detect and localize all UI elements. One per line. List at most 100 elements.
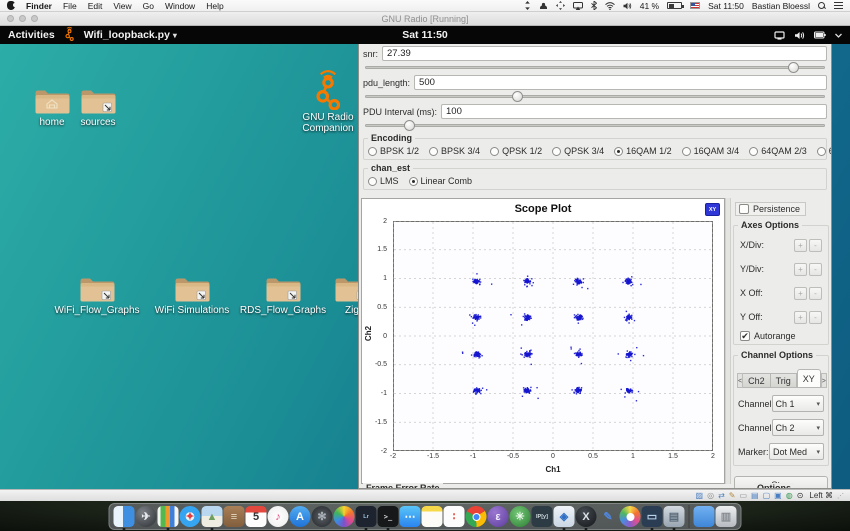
xy-mode-button[interactable]: XY xyxy=(705,203,720,216)
battery-icon[interactable] xyxy=(667,2,682,9)
dock-icon-messages[interactable]: ⋯ xyxy=(400,506,421,527)
dock-icon-photos[interactable] xyxy=(620,506,641,527)
menu-item-view[interactable]: View xyxy=(113,1,131,11)
pdu-interval-slider-handle[interactable] xyxy=(404,120,415,131)
menu-item-help[interactable]: Help xyxy=(206,1,223,11)
decrement-button[interactable]: - xyxy=(809,287,822,300)
tunnelblick-icon[interactable] xyxy=(539,2,548,10)
dock-icon-color-sphere[interactable] xyxy=(334,506,355,527)
dock-icon-latexit-pen[interactable]: ✎ xyxy=(598,506,619,527)
increment-button[interactable]: + xyxy=(794,311,807,324)
gnome-clock[interactable]: Sat 11:50 xyxy=(0,29,850,41)
dock-icon-calendar[interactable]: 5 xyxy=(246,506,267,527)
snr-field[interactable]: 27.39 xyxy=(382,46,827,61)
dock-icon-terminal[interactable]: >_ xyxy=(378,506,399,527)
pdu-length-slider[interactable] xyxy=(365,92,825,101)
optical-drive-icon[interactable]: ◎ xyxy=(707,491,714,501)
pdu-interval-field[interactable]: 100 xyxy=(441,104,827,119)
menu-item-finder[interactable]: Finder xyxy=(26,1,52,11)
tab-scroll-right-icon[interactable]: > xyxy=(821,373,827,388)
volume-icon[interactable] xyxy=(794,31,805,40)
airplay-display-icon[interactable] xyxy=(573,2,583,10)
bluetooth-icon[interactable] xyxy=(591,1,597,10)
tab-ch2[interactable]: Ch2 xyxy=(743,373,771,388)
menu-item-window[interactable]: Window xyxy=(165,1,195,11)
persistence-checkbox[interactable]: Persistence xyxy=(735,202,806,216)
user-menu[interactable]: Bastian Bloessl xyxy=(752,1,810,11)
windows-icon[interactable]: ▢ xyxy=(763,491,771,501)
dock-icon-virtualbox[interactable]: ◈ xyxy=(554,506,575,527)
chan-est-radio-linear-comb[interactable]: Linear Comb xyxy=(409,176,473,186)
dock-icon-screen-sharing[interactable]: ▭ xyxy=(642,506,663,527)
encoding-radio-64qam-2-3[interactable]: 64QAM 2/3 xyxy=(749,146,807,156)
battery-icon[interactable] xyxy=(814,31,826,39)
dock-icon-downloads-folder[interactable] xyxy=(694,506,715,527)
spotlight-search-icon[interactable] xyxy=(818,2,826,10)
dock-icon-emacs[interactable]: ε xyxy=(488,506,509,527)
network-adapters-icon[interactable]: ⇄ xyxy=(718,491,725,501)
notification-center-icon[interactable] xyxy=(834,2,843,9)
menu-item-go[interactable]: Go xyxy=(143,1,154,11)
dock-icon-reminders[interactable]: ∶ xyxy=(444,506,465,527)
dock-icon-xquartz[interactable]: X xyxy=(576,506,597,527)
decrement-button[interactable]: - xyxy=(809,263,822,276)
resize-grip[interactable]: ⋰ xyxy=(837,492,844,500)
tab-trig[interactable]: Trig xyxy=(771,373,797,388)
moom-icon[interactable] xyxy=(556,1,565,10)
virtualbox-features-icon[interactable]: ▣ xyxy=(774,491,782,501)
checkbox-icon[interactable]: ✔ xyxy=(740,331,750,341)
apple-icon[interactable] xyxy=(7,1,15,10)
desktop-icon-sources[interactable]: sources xyxy=(52,88,144,128)
display-icon[interactable]: ▤ xyxy=(751,491,759,501)
plot-canvas[interactable] xyxy=(393,221,713,451)
decrement-button[interactable]: - xyxy=(809,311,822,324)
dock-icon-launchpad[interactable]: ✈ xyxy=(136,506,157,527)
encoding-radio-qpsk-3-4[interactable]: QPSK 3/4 xyxy=(552,146,604,156)
pen-integration-icon[interactable]: ✎ xyxy=(729,491,736,501)
volume-icon[interactable] xyxy=(623,2,632,10)
decrement-button[interactable]: - xyxy=(809,239,822,252)
channel-ch-2-dropdown[interactable]: Ch 2▾ xyxy=(772,419,824,436)
encoding-radio-qpsk-1-2[interactable]: QPSK 1/2 xyxy=(490,146,542,156)
desktop-icon-wifi-flow-graphs[interactable]: WiFi_Flow_Graphs xyxy=(51,276,143,316)
dock-icon-music[interactable]: ♪ xyxy=(268,506,289,527)
snr-slider[interactable] xyxy=(365,63,825,72)
increment-button[interactable]: + xyxy=(794,263,807,276)
input-source-flag-icon[interactable] xyxy=(690,2,700,9)
menubar-clock[interactable]: Sat 11:50 xyxy=(708,1,744,11)
dock-icon-ipython[interactable]: IP[y] xyxy=(532,506,553,527)
encoding-radio-16qam-3-4[interactable]: 16QAM 3/4 xyxy=(682,146,740,156)
encoding-radio-16qam-1-2[interactable]: 16QAM 1/2 xyxy=(614,146,672,156)
autorange-checkbox[interactable]: ✔ Autorange xyxy=(738,329,824,341)
dock-icon-chrome[interactable] xyxy=(466,506,487,527)
display-icon[interactable] xyxy=(774,31,785,40)
dock-icon-trash[interactable]: ▥ xyxy=(716,506,737,527)
dock-icon-app-store[interactable]: A xyxy=(290,506,311,527)
network-globe-icon[interactable]: ◍ xyxy=(786,491,793,501)
wifi-icon[interactable] xyxy=(605,2,615,10)
chevron-down-icon[interactable] xyxy=(835,33,842,38)
encoding-radio-bpsk-3-4[interactable]: BPSK 3/4 xyxy=(429,146,480,156)
dock-icon-shutter[interactable]: ✻ xyxy=(312,506,333,527)
menu-item-file[interactable]: File xyxy=(63,1,77,11)
encoding-radio-bpsk-1-2[interactable]: BPSK 1/2 xyxy=(368,146,419,156)
dock-icon-finder[interactable] xyxy=(114,506,135,527)
tab-xy[interactable]: XY xyxy=(797,369,821,388)
desktop-icon-wifi-simulations[interactable]: WiFi Simulations xyxy=(146,276,238,316)
dock-icon-safari[interactable]: ✦ xyxy=(180,506,201,527)
dock-icon-green-app[interactable]: ✳ xyxy=(510,506,531,527)
menu-item-edit[interactable]: Edit xyxy=(88,1,103,11)
dock-icon-contacts[interactable]: ≡ xyxy=(224,506,245,527)
marker-dot-med-dropdown[interactable]: Dot Med▾ xyxy=(769,443,824,460)
channel-ch-1-dropdown[interactable]: Ch 1▾ xyxy=(772,395,824,412)
updown-arrows-icon[interactable] xyxy=(524,1,531,10)
encoding-radio-64qam-3-4[interactable]: 64QAM 3/4 xyxy=(817,146,832,156)
dock-icon-preview[interactable]: ▲ xyxy=(202,506,223,527)
increment-button[interactable]: + xyxy=(794,239,807,252)
pdu-length-field[interactable]: 500 xyxy=(414,75,827,90)
gnome-system-tray[interactable] xyxy=(774,31,842,40)
hard-disk-icon[interactable]: ▨ xyxy=(696,491,704,501)
shared-folders-icon[interactable]: ▭ xyxy=(739,491,747,501)
dock-icon-mail-images[interactable]: ▤ xyxy=(664,506,685,527)
chan-est-radio-lms[interactable]: LMS xyxy=(368,176,399,186)
